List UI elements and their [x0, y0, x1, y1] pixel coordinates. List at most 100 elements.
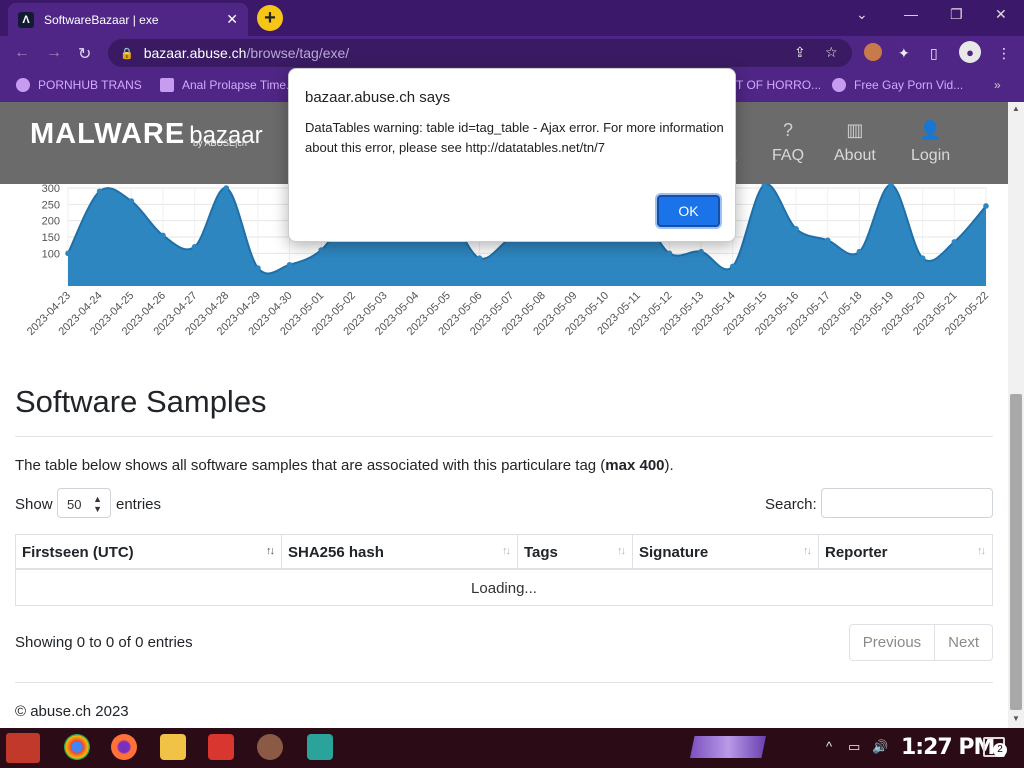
bookmark-item[interactable]: Anal Prolapse Time... [160, 78, 296, 92]
scroll-up-icon[interactable]: ▲ [1012, 104, 1020, 113]
back-icon[interactable]: ← [14, 44, 30, 62]
forward-icon[interactable]: → [46, 44, 62, 62]
chart-point [191, 244, 198, 250]
question-icon: ? [783, 120, 794, 140]
chart-point [856, 248, 863, 255]
table-info: Showing 0 to 0 of 0 entries [15, 634, 193, 651]
scroll-down-icon[interactable]: ▼ [1012, 714, 1020, 723]
dialog-ok-button[interactable]: OK [657, 195, 720, 227]
reload-icon[interactable]: ↻ [78, 44, 91, 64]
extensions-puzzle-icon[interactable]: ✦ [898, 45, 910, 62]
table-footer: Showing 0 to 0 of 0 entries Previous Nex… [15, 616, 993, 676]
page-size-value: 50 [67, 497, 82, 512]
nav-item-faq[interactable]: ? FAQ [772, 120, 804, 165]
chart-ytick-label: 200 [42, 216, 60, 228]
chart-ytick-label: 150 [42, 232, 60, 244]
side-panel-icon[interactable]: ▯ [930, 45, 938, 62]
table-loading-row: Loading... [15, 570, 993, 606]
tab-close-icon[interactable]: ✕ [226, 11, 238, 28]
column-label: SHA256 hash [288, 544, 384, 561]
column-label: Firstseen (UTC) [22, 544, 134, 561]
app-icon[interactable] [208, 734, 234, 760]
column-header-sha256[interactable]: SHA256 hash ↑↓ [282, 535, 518, 570]
page-scrollbar[interactable]: ▲ ▼ [1008, 102, 1024, 728]
start-button[interactable] [6, 733, 40, 763]
column-header-signature[interactable]: Signature ↑↓ [633, 535, 819, 570]
bookmark-item[interactable]: T OF HORRO... [736, 78, 821, 92]
extension-avatar-icon[interactable] [864, 43, 882, 61]
bookmark-item[interactable]: Free Gay Porn Vid... [832, 78, 963, 92]
avatar-app-icon[interactable] [257, 734, 283, 760]
chart-point [729, 263, 736, 270]
sort-icon: ↑↓ [266, 545, 275, 557]
tab-search-icon[interactable]: ⌄ [856, 6, 868, 23]
next-page-button[interactable]: Next [934, 625, 992, 660]
column-header-reporter[interactable]: Reporter ↑↓ [819, 535, 993, 570]
dialog-message: DataTables warning: table id=tag_table -… [305, 120, 724, 155]
pagination: Previous Next [848, 624, 993, 661]
chart-point [666, 250, 673, 257]
restore-button[interactable]: ❐ [950, 6, 963, 23]
new-tab-button[interactable]: + [257, 5, 283, 31]
entries-label: entries [116, 496, 162, 513]
chart-point [476, 255, 483, 262]
bookmark-star-icon[interactable]: ☆ [825, 44, 838, 61]
chart-point [951, 239, 958, 245]
url-path: /browse/tag/exe/ [246, 45, 350, 61]
table-header: Firstseen (UTC) ↑↓ SHA256 hash ↑↓ Tags ↑↓ S… [15, 535, 993, 570]
browser-menu-icon[interactable]: ⋮ [997, 45, 1011, 62]
bookmark-label: T OF HORRO... [736, 78, 822, 92]
minimize-button[interactable]: — [904, 6, 918, 22]
chart-point [919, 255, 926, 262]
browser-titlebar: Λ SoftwareBazaar | exe ✕ + ⌄ — ❐ ✕ [0, 0, 1024, 36]
chart-ytick-label: 100 [42, 248, 60, 260]
firefox-app-icon[interactable] [111, 734, 137, 760]
samples-table: Firstseen (UTC) ↑↓ SHA256 hash ↑↓ Tags ↑↓ S… [15, 534, 993, 606]
address-bar[interactable]: 🔒 bazaar.abuse.ch/browse/tag/exe/ ⇪ ☆ [108, 39, 852, 67]
search-input[interactable] [821, 488, 993, 518]
column-label: Tags [524, 544, 558, 561]
tray-overflow-icon[interactable]: ^ [826, 739, 832, 754]
nav-label: Login [911, 147, 951, 164]
dialog-title: bazaar.abuse.ch says [305, 89, 451, 106]
chart-point [223, 185, 230, 191]
share-icon[interactable]: ⇪ [794, 44, 806, 61]
bookmarks-overflow-icon[interactable]: » [994, 78, 1001, 92]
divider [15, 436, 993, 437]
chart-point [983, 203, 989, 209]
window-close-button[interactable]: ✕ [995, 6, 1007, 23]
tab-title: SoftwareBazaar | exe [44, 12, 159, 27]
page-size-select[interactable]: 50 ▲ ▼ [57, 488, 111, 518]
bookmark-label: Anal Prolapse Time... [182, 78, 297, 92]
bookmark-label: PORNHUB TRANS [38, 78, 142, 92]
column-header-firstseen[interactable]: Firstseen (UTC) ↑↓ [15, 535, 282, 570]
skull-icon [832, 78, 846, 92]
sort-icon: ↑↓ [502, 545, 511, 557]
column-header-tags[interactable]: Tags ↑↓ [518, 535, 633, 570]
chart-point [793, 226, 799, 232]
taskbar-decoration [690, 736, 766, 758]
network-icon[interactable]: ▭ [848, 739, 860, 755]
publisher-app-icon[interactable] [307, 734, 333, 760]
page-title: Software Samples [15, 384, 267, 419]
chart-point [128, 198, 135, 204]
notification-count: 2 [993, 743, 1007, 757]
sort-icon: ↑↓ [803, 545, 812, 557]
file-explorer-icon[interactable] [160, 734, 186, 760]
brand-by: by ABUSE|ch [193, 138, 247, 148]
browser-tab[interactable]: Λ SoftwareBazaar | exe ✕ [8, 3, 248, 36]
nav-item-login[interactable]: 👤 Login [911, 120, 950, 165]
bookmark-item[interactable]: PORNHUB TRANS [16, 78, 142, 92]
user-icon: 👤 [919, 120, 942, 140]
nav-item-about[interactable]: ▥ About [834, 120, 876, 165]
volume-icon[interactable]: 🔊 [872, 739, 888, 755]
globe-icon [16, 78, 30, 92]
chrome-app-icon[interactable] [64, 734, 90, 760]
taskbar-clock[interactable]: 1:27 PM [901, 735, 995, 760]
profile-icon[interactable]: ● [959, 41, 981, 63]
chart-point [255, 265, 261, 271]
previous-page-button[interactable]: Previous [850, 625, 934, 660]
chart-point [318, 247, 325, 253]
column-label: Reporter [825, 544, 888, 561]
scrollbar-thumb[interactable] [1010, 394, 1022, 710]
